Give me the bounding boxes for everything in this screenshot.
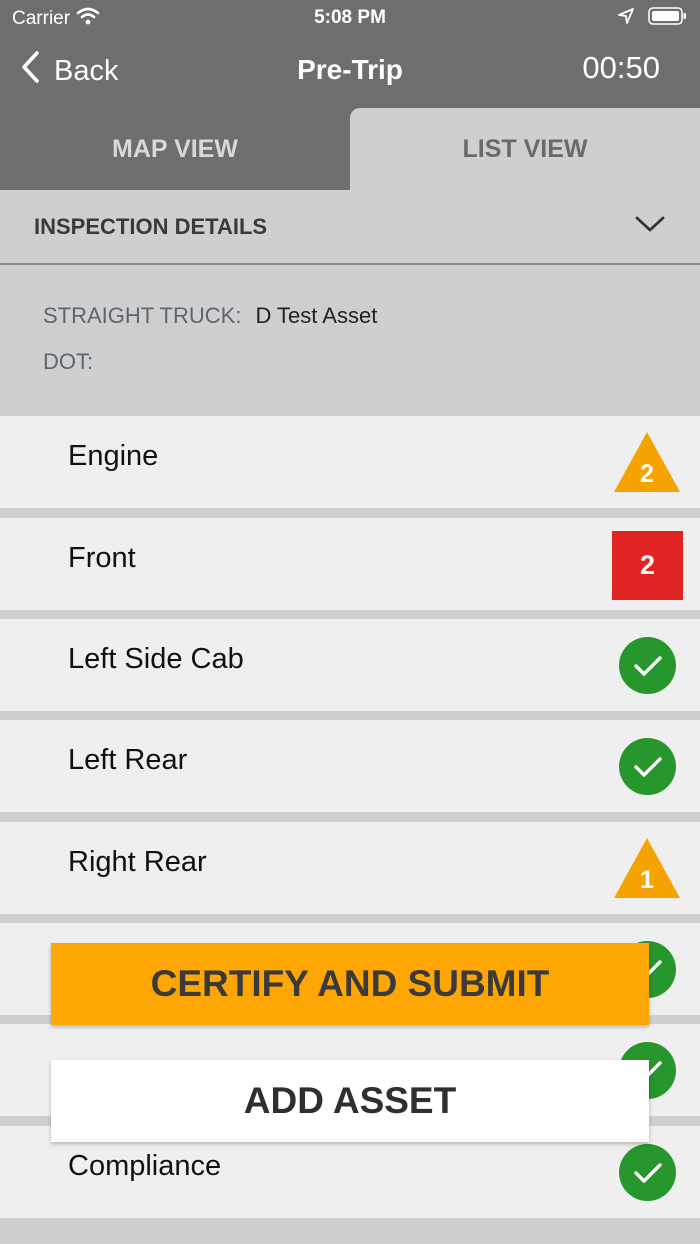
item-name: Compliance <box>68 1150 222 1182</box>
asset-row: STRAIGHT TRUCK: D Test Asset <box>43 303 377 329</box>
list-item[interactable]: Engine 2 <box>0 416 700 508</box>
error-count: 2 <box>639 550 656 580</box>
list-item[interactable]: Front 2 <box>0 518 700 610</box>
nav-bar: Back Pre-Trip 00:50 <box>0 36 700 108</box>
dot-label: DOT: <box>43 349 94 374</box>
item-name: Left Rear <box>68 744 188 776</box>
status-bar: Carrier 5:08 PM <box>0 0 700 36</box>
inspection-details-panel: STRAIGHT TRUCK: D Test Asset DOT: <box>0 265 700 415</box>
inspection-details-toggle[interactable]: INSPECTION DETAILS <box>0 190 700 265</box>
check-circle-icon <box>619 1144 676 1201</box>
warning-count: 1 <box>640 866 654 894</box>
warning-count: 2 <box>640 460 654 488</box>
item-name: Left Side Cab <box>68 643 244 675</box>
list-item[interactable]: Left Side Cab <box>0 619 700 711</box>
battery-icon <box>648 6 688 32</box>
list-item[interactable]: Right Rear 1 <box>0 822 700 914</box>
item-name: Right Rear <box>68 846 207 878</box>
tab-list-view[interactable]: LIST VIEW <box>350 108 700 190</box>
item-name: Front <box>68 542 136 574</box>
list-item[interactable]: Left Rear <box>0 720 700 812</box>
check-circle-icon <box>619 637 676 694</box>
certify-and-submit-button[interactable]: CERTIFY AND SUBMIT <box>51 943 649 1025</box>
asset-name: D Test Asset <box>255 303 378 328</box>
item-name: Engine <box>68 440 159 472</box>
back-button[interactable]: Back <box>20 50 118 92</box>
chevron-down-icon <box>634 214 666 239</box>
status-right <box>618 6 688 32</box>
warning-badge: 2 <box>612 430 682 494</box>
asset-type-label: STRAIGHT TRUCK: <box>43 303 242 328</box>
chevron-left-icon <box>20 50 40 92</box>
add-asset-button[interactable]: ADD ASSET <box>51 1060 649 1142</box>
tab-map-view[interactable]: MAP VIEW <box>0 108 350 190</box>
clock: 5:08 PM <box>314 7 386 28</box>
trip-timer: 00:50 <box>582 50 660 85</box>
error-badge: 2 <box>612 531 683 600</box>
back-label: Back <box>54 54 119 87</box>
check-circle-icon <box>619 738 676 795</box>
view-tabs: MAP VIEW LIST VIEW <box>0 108 700 190</box>
inspection-details-header: INSPECTION DETAILS <box>34 214 268 239</box>
warning-badge: 1 <box>612 836 682 900</box>
location-arrow-icon <box>618 8 634 30</box>
dot-row: DOT: <box>43 349 107 375</box>
